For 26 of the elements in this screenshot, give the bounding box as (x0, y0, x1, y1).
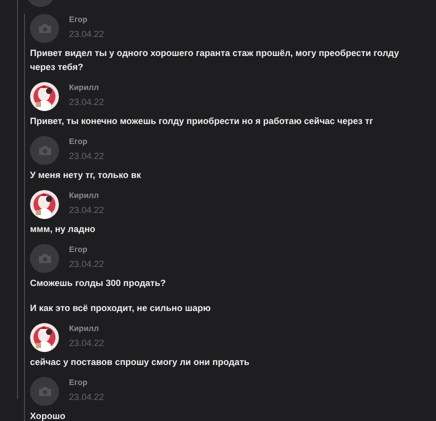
author-name[interactable]: Егор (69, 136, 104, 147)
message-date: 23.04.22 (69, 96, 104, 108)
message-text: ммм, ну ладно (30, 223, 96, 236)
camera-avatar-icon (30, 244, 59, 273)
message-date: 23.04.22 (69, 258, 104, 270)
camera-avatar-icon (30, 14, 59, 43)
camera-avatar-icon (30, 136, 59, 165)
message-date: 23.04.22 (69, 204, 104, 216)
author-name[interactable]: Егор (69, 377, 104, 388)
author-name[interactable]: Кирилл (69, 190, 104, 201)
author-name[interactable]: Кирилл (69, 82, 104, 93)
message-date: 23.04.22 (69, 391, 104, 403)
camera-avatar-icon (30, 377, 59, 406)
message-text: У меня нету тг, только вк (30, 169, 142, 182)
author-name[interactable]: Егор (69, 14, 104, 25)
message-date: 23.04.22 (69, 337, 104, 349)
message-text: И как это всё проходит, не сильно шарю (30, 302, 212, 315)
message-text: Сможешь голды 300 продать? (30, 277, 167, 290)
message-text: Хорошо (30, 410, 66, 421)
message-text: Привет видел ты у одного хорошего гаранта стаж прошёл, могу преобрести голду через тебя? (30, 47, 400, 74)
message-date: 23.04.22 (69, 150, 104, 162)
message-text: сейчас у поставов спрошу смогу ли они продать (30, 356, 250, 369)
message-text: Привет, ты конечно можешь голду приобрести но я работаю сейчас через тг (30, 115, 374, 128)
author-name[interactable]: Кирилл (69, 323, 104, 334)
message-date: 23.04.22 (69, 28, 104, 40)
author-name[interactable]: Егор (69, 244, 104, 255)
